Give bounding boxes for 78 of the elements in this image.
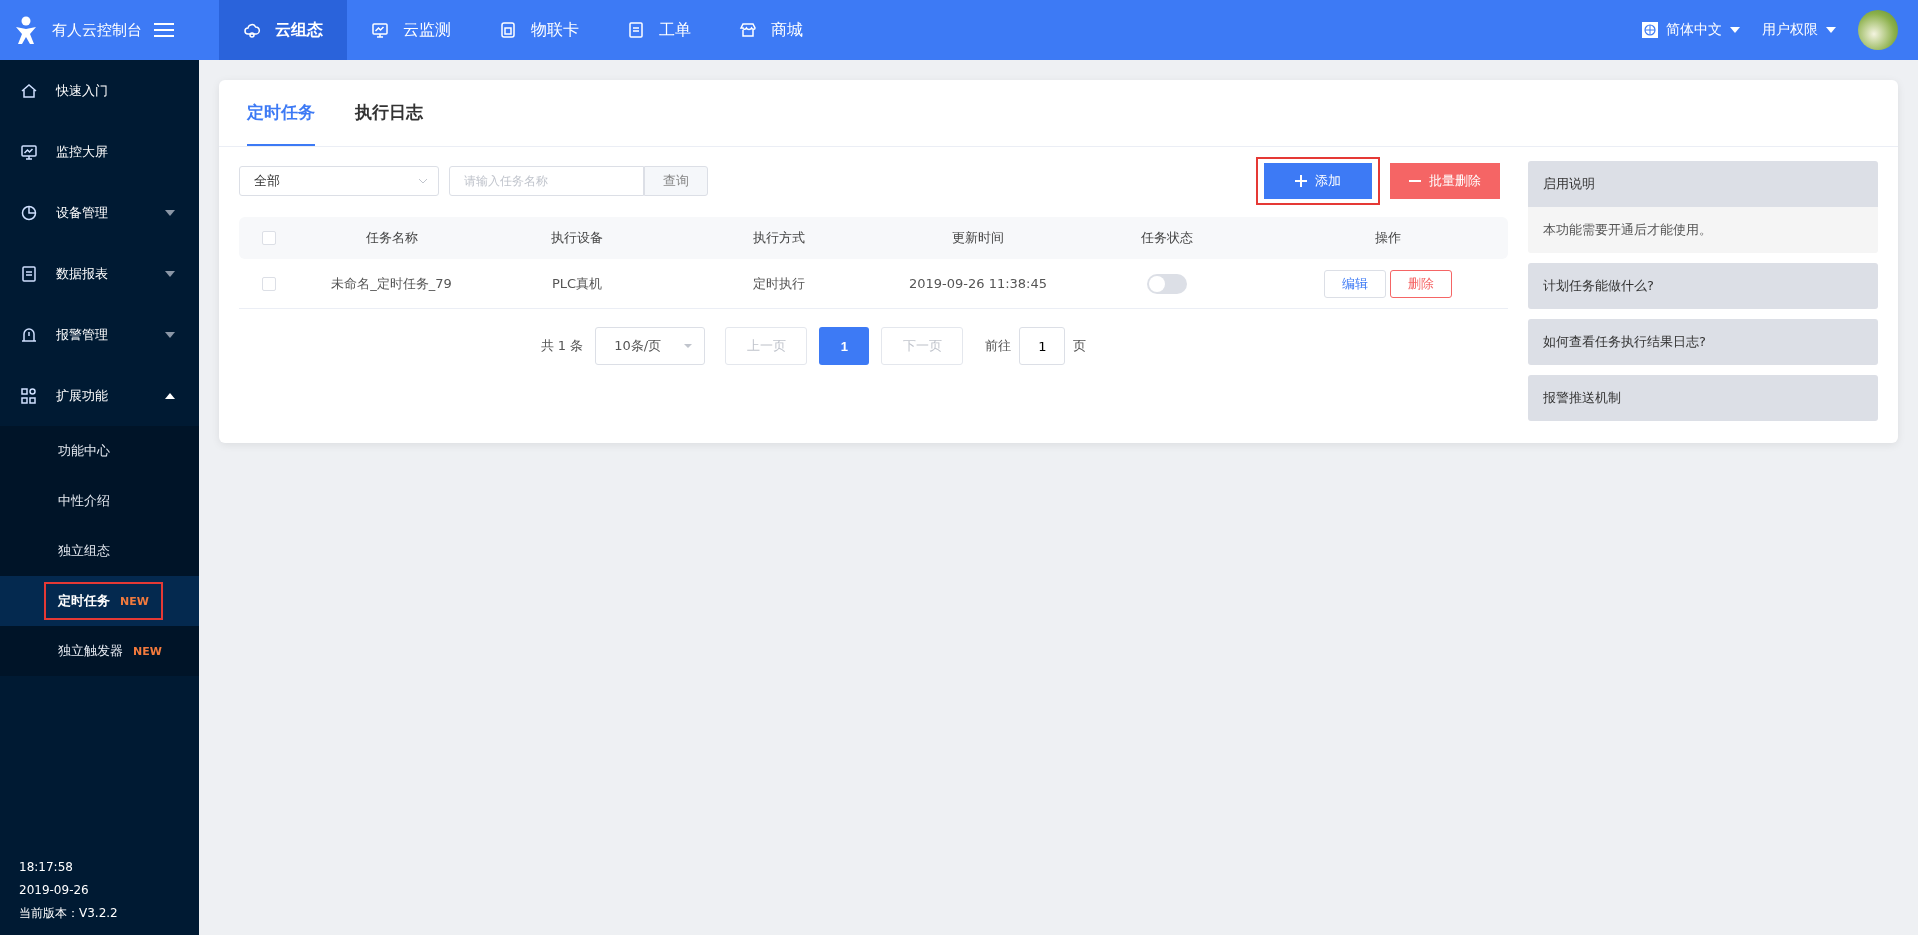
cloud-icon — [243, 21, 261, 39]
search-field[interactable]: 请输入任务名称 — [449, 166, 644, 196]
monitor-icon — [371, 21, 389, 39]
submenu-item[interactable]: 定时任务 NEW — [44, 582, 163, 620]
caret-icon — [165, 392, 175, 399]
globe-icon — [1642, 22, 1658, 38]
nav-tab[interactable]: 云组态 — [219, 0, 347, 60]
page-number[interactable]: 1 — [819, 327, 870, 365]
table-cell-text: 定时执行 — [752, 274, 806, 293]
help-panel-header[interactable]: 启用说明 — [1528, 161, 1878, 207]
help-panel-header[interactable]: 如何查看任务执行结果日志? — [1528, 319, 1878, 365]
tab[interactable]: 定时任务 — [247, 80, 315, 146]
page-input[interactable]: 1 — [1019, 327, 1066, 365]
footer-text: 2019-09-26 — [19, 882, 90, 899]
help-panel-header[interactable]: 报警推送机制 — [1528, 375, 1878, 421]
shop-icon — [739, 21, 757, 39]
caret-icon — [1730, 27, 1740, 33]
column-header: 执行方式 — [752, 229, 806, 247]
column-header: 执行设备 — [550, 229, 604, 247]
checkbox[interactable] — [261, 276, 276, 291]
sidebar-item[interactable]: 监控大屏 — [0, 121, 199, 182]
new-label: NEW — [120, 594, 149, 608]
goto-label: 前往 — [985, 337, 1012, 355]
total-count: 共 1 条 — [540, 337, 584, 355]
grid-icon — [20, 386, 38, 405]
submenu-item[interactable]: 独立组态 — [44, 532, 124, 570]
nav-tab[interactable]: 云监测 — [347, 0, 475, 60]
caret-icon — [165, 209, 175, 216]
add-button[interactable]: 添加 — [1256, 157, 1380, 205]
status-toggle[interactable] — [1147, 273, 1187, 294]
sidebar-item[interactable]: 快速入门 — [0, 60, 199, 121]
submenu-item[interactable]: 功能中心 — [44, 432, 124, 470]
table-cell-text: 2019-09-26 11:38:45 — [907, 276, 1049, 291]
column-header: 任务名称 — [364, 229, 419, 247]
checkbox[interactable] — [261, 231, 276, 245]
tab[interactable]: 执行日志 — [355, 80, 423, 146]
sidebar-item[interactable]: 数据报表 — [0, 243, 199, 304]
menu-icon[interactable] — [154, 22, 174, 38]
page-size-select[interactable]: 10条/页 — [595, 327, 706, 365]
avatar[interactable] — [1858, 10, 1898, 50]
monitor-icon — [20, 142, 38, 161]
filter-select[interactable]: 全部 — [239, 166, 439, 196]
column-header: 任务状态 — [1140, 229, 1194, 247]
user-permission-dropdown[interactable]: 用户权限 — [1762, 21, 1836, 39]
edit-button[interactable]: 编辑 — [1323, 269, 1386, 298]
pie-icon — [20, 203, 38, 222]
nav-tab[interactable]: 工单 — [603, 0, 715, 60]
column-header: 更新时间 — [951, 229, 1005, 247]
table-cell-text: PLC真机 — [550, 274, 604, 293]
help-text: 本功能需要开通后才能使用。 — [1528, 207, 1878, 253]
doc-icon — [627, 21, 645, 39]
sidebar-item[interactable]: 设备管理 — [0, 182, 199, 243]
page-suffix: 页 — [1073, 337, 1087, 355]
caret-icon — [165, 331, 175, 338]
new-label: NEW — [133, 644, 162, 658]
submenu-item[interactable]: 中性介绍 — [44, 482, 124, 520]
submenu-item[interactable]: 独立触发器 NEW — [44, 632, 176, 670]
caret-icon — [1826, 27, 1836, 33]
alarm-icon — [20, 325, 38, 344]
card-icon — [499, 21, 517, 39]
caret-icon — [684, 344, 693, 348]
nav-tab[interactable]: 商城 — [715, 0, 827, 60]
home-icon — [20, 81, 38, 100]
caret-icon — [165, 270, 175, 277]
doc-icon — [20, 264, 38, 283]
footer-text: 18:17:58 — [19, 859, 74, 876]
plus-icon — [1295, 175, 1307, 187]
help-panel-header[interactable]: 计划任务能做什么? — [1528, 263, 1878, 309]
sidebar-item[interactable]: 扩展功能 — [0, 365, 199, 426]
nav-tab[interactable]: 物联卡 — [475, 0, 603, 60]
sidebar-item[interactable]: 报警管理 — [0, 304, 199, 365]
footer-text: 当前版本：V3.2.2 — [19, 905, 119, 922]
brand-title: 有人云控制台 — [52, 20, 142, 40]
table-cell-text: 未命名_定时任务_79 — [330, 274, 453, 293]
chevron-icon — [418, 178, 428, 184]
column-header: 操作 — [1373, 229, 1402, 247]
language-dropdown[interactable]: 简体中文 — [1642, 21, 1740, 39]
query-button[interactable]: 查询 — [644, 166, 708, 196]
